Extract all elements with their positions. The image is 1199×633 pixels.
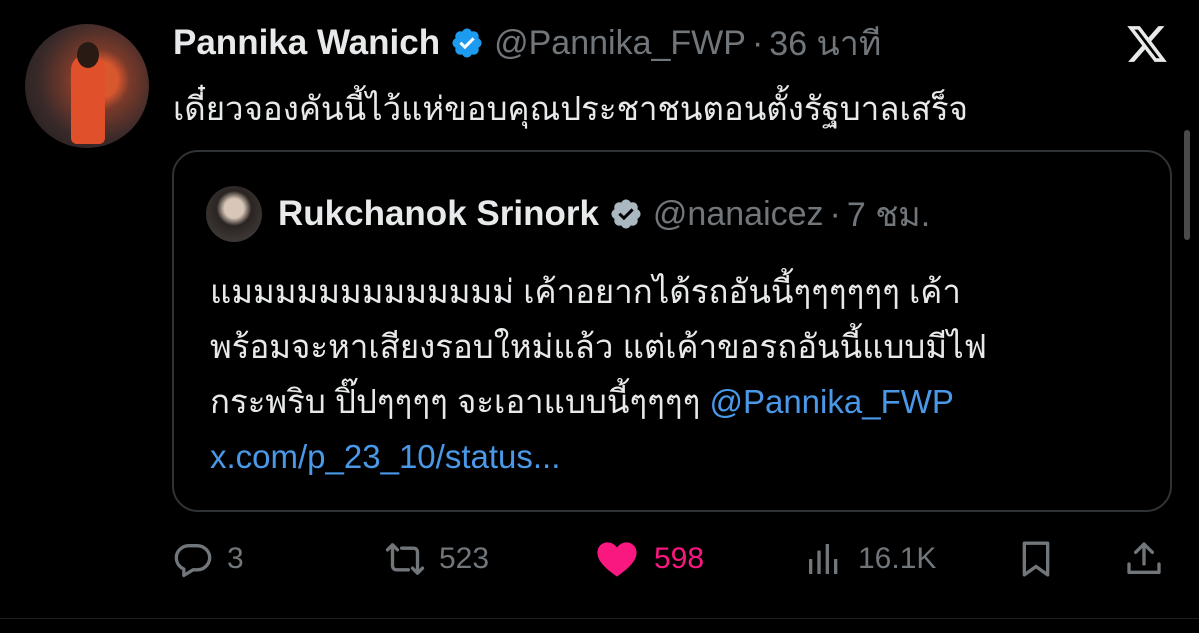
quoted-author-avatar[interactable]	[206, 186, 262, 242]
quoted-text-segment: กระพริบ ปิ๊ปๆๆๆๆ จะเอาแบบนี้ๆๆๆๆ	[210, 383, 701, 420]
quoted-tweet[interactable]: Rukchanok Srinork @nanaicez · 7 ชม. แมมม…	[172, 150, 1172, 512]
heart-icon	[597, 542, 637, 577]
tweet-timestamp[interactable]: 36 นาที	[769, 16, 881, 70]
reply-button[interactable]: 3	[173, 530, 244, 588]
tweet-text: เดี๋ยวจองคันนี้ไว้แห่ขอบคุณประชาชนตอนตั้…	[173, 90, 968, 127]
author-avatar[interactable]	[25, 24, 149, 148]
quoted-text-line: พร้อมจะหาเสียงรอบใหม่แล้ว แต่เค้าขอรถอัน…	[210, 328, 988, 365]
quoted-author-name[interactable]: Rukchanok Srinork	[278, 194, 599, 234]
views-icon	[809, 544, 838, 574]
repost-count: 523	[439, 542, 490, 575]
repost-button[interactable]: 523	[385, 530, 489, 588]
header-separator: ·	[751, 23, 764, 62]
quoted-tweet-timestamp[interactable]: 7 ชม.	[847, 187, 930, 241]
bookmark-icon	[1022, 541, 1050, 577]
scrollbar[interactable]	[1184, 130, 1190, 240]
quoted-header-separator: ·	[829, 194, 841, 233]
mention-link[interactable]: @Pannika_FWP	[709, 383, 953, 420]
author-name[interactable]: Pannika Wanich	[173, 23, 440, 63]
repost-icon	[385, 543, 425, 575]
tweet-header: Pannika Wanich @Pannika_FWP · 36 นาที	[173, 20, 881, 66]
x-logo-icon[interactable]	[1124, 22, 1170, 66]
bookmark-button[interactable]	[1016, 530, 1056, 588]
reply-count: 3	[227, 542, 244, 575]
avatar-head	[77, 42, 99, 68]
quoted-text-line: กระพริบ ปิ๊ปๆๆๆๆ จะเอาแบบนี้ๆๆๆๆ @Pannik…	[210, 374, 1160, 429]
share-icon	[1127, 542, 1161, 574]
quoted-tweet-text: แมมมมมมมมมมมมม่ เค้าอยากได้รถอันนี้ๆๆๆๆๆ…	[210, 264, 1160, 484]
views-button[interactable]: 16.1K	[804, 530, 936, 588]
reply-icon	[174, 544, 212, 578]
verified-badge-icon	[611, 199, 641, 229]
status-link[interactable]: x.com/p_23_10/status...	[210, 429, 1160, 484]
like-button[interactable]: 598	[594, 530, 704, 588]
quoted-author-handle[interactable]: @nanaicez	[653, 195, 824, 234]
share-button[interactable]	[1124, 530, 1164, 588]
author-handle[interactable]: @Pannika_FWP	[494, 24, 746, 63]
like-count: 598	[654, 542, 705, 575]
quoted-text-line: แมมมมมมมมมมมมม่ เค้าอยากได้รถอันนี้ๆๆๆๆๆ…	[210, 273, 961, 310]
divider	[0, 618, 1199, 619]
quoted-tweet-header: Rukchanok Srinork @nanaicez · 7 ชม.	[278, 190, 930, 238]
tweet-actions: 3 523 598 16.1K	[0, 530, 1199, 590]
verified-badge-icon	[452, 28, 482, 58]
view-count: 16.1K	[858, 542, 937, 575]
